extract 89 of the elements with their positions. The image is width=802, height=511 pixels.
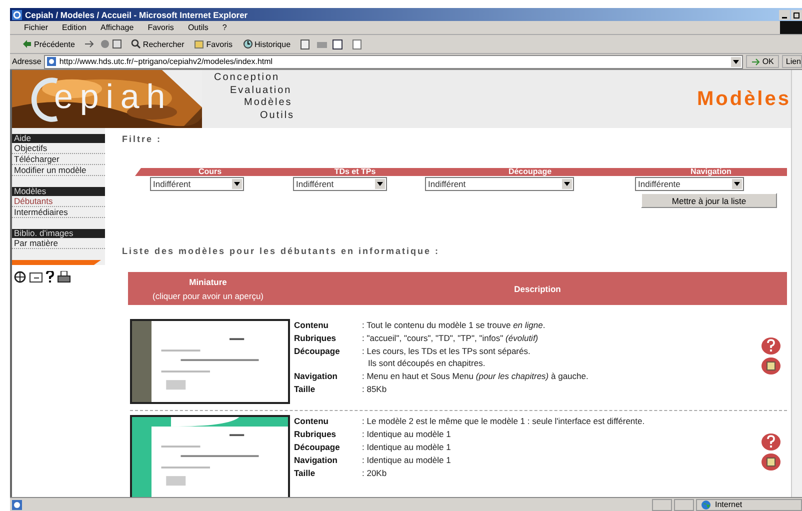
toolbar-button[interactable]: Précédente — [20, 39, 77, 49]
status-pane — [674, 498, 694, 510]
sidebar-heading: Biblio. d'images — [12, 229, 105, 238]
help-icon[interactable] — [46, 271, 54, 283]
caret-icon — [734, 182, 740, 186]
toolbar-button[interactable]: Rechercher — [128, 39, 186, 49]
field-value: Ils sont découpés en chapitres. — [367, 357, 486, 369]
filter-select[interactable]: Indifférent — [425, 177, 574, 191]
banner-link[interactable]: Conception — [210, 72, 295, 84]
sidebar-item[interactable]: Objectifs — [12, 143, 105, 154]
address-label: Adresse — [12, 57, 42, 66]
arrow-icon — [751, 58, 760, 66]
filter-label: TDs et TPs — [333, 168, 377, 176]
sidebar-item[interactable]: Par matière — [12, 238, 105, 249]
filter-heading: Filtre : — [122, 134, 163, 144]
links-button[interactable]: Lien — [782, 55, 802, 68]
scrollbar[interactable] — [791, 70, 802, 497]
table-header: Description — [513, 282, 562, 296]
search-icon — [130, 39, 141, 49]
caret-icon — [377, 182, 383, 186]
field-value: : Le modèle 2 est le même que le modèle 1 : seule l'interface est différente. — [362, 415, 645, 427]
banner-link[interactable]: Outils — [210, 110, 295, 122]
field-label: Découpage — [294, 441, 341, 453]
filter-label: Cours — [197, 168, 223, 176]
tool-icons[interactable] — [298, 38, 363, 50]
globe-icon[interactable] — [14, 271, 26, 283]
menu-item[interactable]: Outils — [188, 23, 208, 32]
field-value: : 20Kb — [362, 467, 387, 479]
globe-icon — [701, 500, 711, 510]
field-label: Taille — [294, 467, 316, 479]
sidebar-item[interactable]: Débutants — [12, 196, 105, 207]
status-pane — [652, 498, 672, 510]
logo-text: epiah — [54, 80, 172, 114]
clock-icon — [242, 39, 253, 49]
restore-icon[interactable] — [791, 10, 802, 20]
field-value: : Tout le contenu du modèle 1 se trouve en ligne. — [362, 319, 546, 331]
field-label: Taille — [294, 383, 316, 395]
page-icon — [12, 500, 22, 510]
table-header: Miniature (cliquer pour avoir un aperçu) — [151, 276, 265, 303]
field-label: Découpage — [294, 345, 341, 358]
field-value: : Les cours, les TDs et les TPs sont séparés. — [362, 345, 530, 357]
filter-select[interactable]: Indifférente — [635, 177, 744, 191]
toolbar-button[interactable]: Favoris — [192, 39, 235, 49]
field-value: : Identique au modèle 1 — [362, 454, 451, 466]
go-button[interactable]: OK — [746, 55, 779, 68]
sidebar-heading: Aide — [12, 134, 105, 143]
banner-link[interactable]: Evaluation — [210, 84, 295, 97]
sidebar-item[interactable]: Intermédiaires — [12, 207, 105, 218]
field-value: : Menu en haut et Sous Menu (pour les chapitres) à gauche. — [362, 370, 588, 382]
field-label: Navigation — [294, 370, 338, 382]
menu-item[interactable]: Favoris — [148, 23, 174, 32]
security-zone: Internet — [696, 498, 802, 510]
page-title: Modèles — [696, 88, 791, 110]
sidebar-heading: Modèles — [12, 187, 105, 196]
caret-icon — [234, 182, 240, 186]
toolbar-button[interactable]: Historique — [240, 39, 293, 49]
filter-label: Découpage — [507, 168, 553, 176]
minimize-icon[interactable] — [779, 10, 790, 20]
banner-link[interactable]: Modèles — [210, 97, 295, 110]
field-label: Contenu — [294, 415, 330, 427]
sidebar-item[interactable]: Télécharger — [12, 154, 105, 165]
menu-item[interactable]: Edition — [62, 23, 86, 32]
update-button[interactable]: Mettre à jour la liste — [641, 193, 777, 208]
filter-select[interactable]: Indifférent — [150, 177, 244, 191]
browser-icon — [12, 10, 22, 20]
page-icon — [47, 57, 56, 66]
field-label: Rubriques — [294, 332, 338, 344]
caret-icon — [564, 182, 570, 186]
menu-item[interactable]: Fichier — [24, 23, 48, 32]
back-arrow-icon — [22, 39, 32, 49]
sidebar-item[interactable]: Modifier un modèle — [12, 165, 105, 176]
field-value: : 85Kb — [362, 383, 387, 395]
window-title: Cepiah / Modeles / Accueil - Microsoft Internet Explorer — [25, 10, 249, 20]
menu-item[interactable]: Affichage — [100, 23, 134, 32]
printer-icon[interactable] — [57, 271, 71, 283]
filter-select[interactable]: Indifférent — [293, 177, 387, 191]
mail-icon[interactable] — [29, 272, 43, 282]
field-label: Contenu — [294, 319, 330, 331]
dropdown-arrow-icon[interactable] — [731, 56, 742, 66]
filter-label: Navigation — [690, 168, 732, 176]
field-label: Navigation — [294, 454, 338, 466]
address-field[interactable]: http://www.hds.utc.fr/~ptrigano/cepiahv2/modeles/index.html — [44, 54, 744, 68]
field-value: : Identique au modèle 1 — [362, 428, 451, 440]
field-label: Rubriques — [294, 428, 338, 440]
navigation-icons[interactable] — [82, 39, 123, 49]
field-value: : Identique au modèle 1 — [362, 441, 451, 453]
list-heading: Liste des modèles pour les débutants en informatique : — [122, 246, 441, 256]
field-value: : "accueil", "cours", "TD", "TP", "infos" (évolutif) — [362, 332, 538, 344]
menu-item[interactable]: ? — [222, 23, 227, 32]
